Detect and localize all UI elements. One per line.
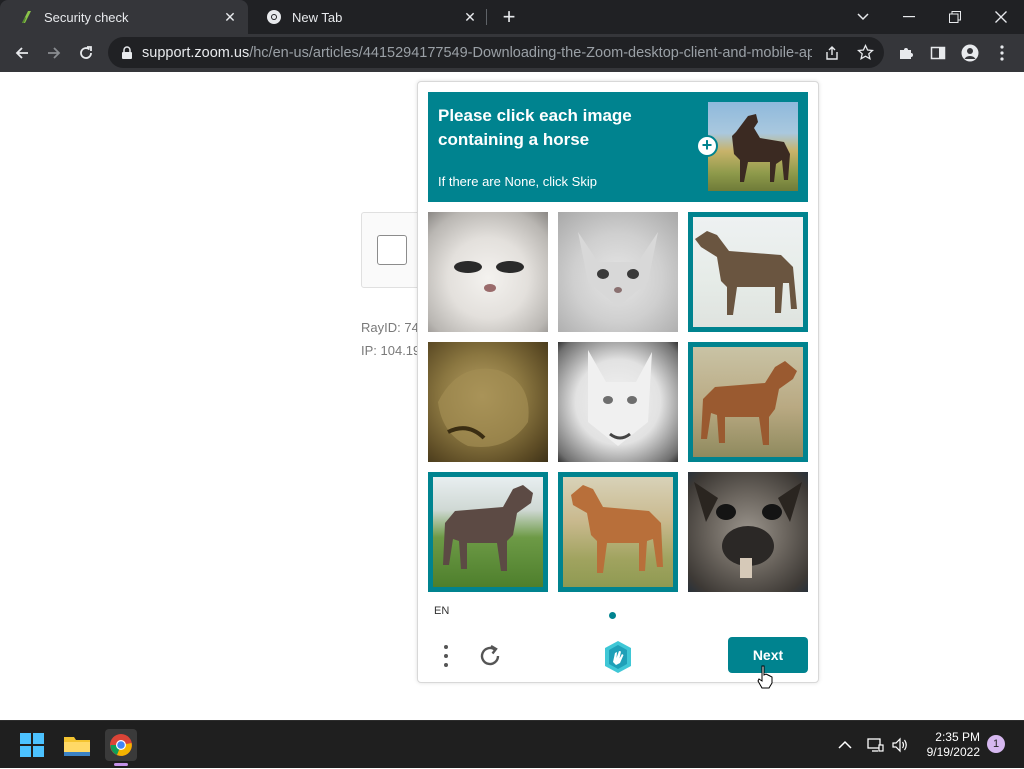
minimize-button[interactable]: [886, 0, 932, 34]
address-bar[interactable]: support.zoom.us/hc/en-us/articles/441529…: [108, 37, 884, 68]
captcha-prompt-subtitle: If there are None, click Skip: [438, 174, 597, 189]
forward-button[interactable]: [40, 39, 68, 67]
captcha-tile-cat[interactable]: [428, 212, 548, 332]
captcha-tile-horse[interactable]: [688, 342, 808, 462]
captcha-tile-horse[interactable]: [428, 472, 548, 592]
windows-start-icon[interactable]: [16, 729, 48, 761]
white-cat-icon: [588, 350, 652, 446]
refresh-icon: [480, 644, 500, 666]
captcha-tile-horse[interactable]: [558, 472, 678, 592]
tab-strip: Security check ✕ New Tab ✕ +: [0, 0, 1024, 34]
horse-icon: [443, 485, 533, 571]
lion-mane-icon: [438, 368, 529, 447]
notification-badge[interactable]: 1: [987, 735, 1005, 753]
new-tab-button[interactable]: +: [498, 6, 520, 29]
chrome-taskbar-icon[interactable]: [105, 729, 137, 761]
lock-icon: [122, 45, 132, 59]
close-tab-icon[interactable]: ✕: [462, 9, 478, 25]
horse-icon: [571, 485, 663, 573]
restore-button[interactable]: [932, 0, 978, 34]
chrome-menu-icon[interactable]: [988, 39, 1016, 67]
tab-title: New Tab: [292, 9, 343, 25]
volume-icon[interactable]: [891, 721, 909, 769]
cat-face-icon: [454, 261, 524, 292]
bookmark-star-icon[interactable]: [857, 44, 874, 61]
captcha-image-grid: [428, 212, 808, 592]
browser-toolbar: support.zoom.us/hc/en-us/articles/441529…: [0, 34, 1024, 72]
tab-search-chevron-icon[interactable]: [840, 0, 886, 34]
pug-face-icon: [694, 482, 802, 578]
captcha-tile-white-cat[interactable]: [558, 342, 678, 462]
close-tab-icon[interactable]: ✕: [222, 9, 238, 25]
human-verification-checkbox[interactable]: [377, 235, 407, 265]
profile-avatar-icon[interactable]: [956, 39, 984, 67]
windows-taskbar: 2:35 PM 9/19/2022 1: [0, 720, 1024, 768]
horse-icon: [695, 231, 797, 315]
reload-button[interactable]: [72, 39, 100, 67]
tab-title: Security check: [44, 9, 129, 25]
zoom-support-favicon-icon: [22, 11, 31, 23]
close-window-button[interactable]: [978, 0, 1024, 34]
network-icon[interactable]: [866, 721, 884, 769]
kitten-face-icon: [578, 232, 658, 307]
share-icon[interactable]: [824, 45, 840, 61]
extensions-puzzle-icon[interactable]: [892, 39, 920, 67]
url-path: /hc/en-us/articles/4415294177549-Downloa…: [249, 44, 812, 61]
ip-address-text: IP: 104.19: [361, 343, 421, 358]
url-host: support.zoom.us: [142, 44, 250, 61]
ray-id-text: RayID: 74: [361, 320, 419, 335]
captcha-tile-pug-dog[interactable]: [688, 472, 808, 592]
captcha-prompt-banner: Please click each image containing a hor…: [428, 92, 808, 202]
taskbar-clock[interactable]: 2:35 PM 9/19/2022: [910, 730, 980, 760]
hcaptcha-logo-icon[interactable]: [601, 640, 635, 674]
captcha-tile-lion[interactable]: [428, 342, 548, 462]
show-hidden-icons-chevron-icon[interactable]: [838, 721, 852, 769]
chrome-icon: [267, 10, 281, 24]
zoom-example-icon[interactable]: +: [696, 135, 718, 157]
captcha-challenge-panel: Please click each image containing a hor…: [417, 81, 819, 683]
captcha-tile-horse[interactable]: [688, 212, 808, 332]
clock-date: 9/19/2022: [926, 745, 980, 759]
active-app-indicator: [114, 763, 128, 766]
hand-cursor-icon: [757, 665, 773, 689]
clock-time: 2:35 PM: [935, 730, 980, 744]
tab-divider: [486, 9, 487, 25]
horse-icon: [701, 361, 797, 445]
captcha-tile-kitten[interactable]: [558, 212, 678, 332]
captcha-prompt-title: Please click each image containing a hor…: [438, 106, 632, 149]
captcha-menu-button[interactable]: [436, 642, 456, 670]
back-button[interactable]: [8, 39, 36, 67]
example-horse-image: [708, 102, 798, 191]
file-explorer-icon[interactable]: [61, 729, 93, 761]
url-text: support.zoom.us/hc/en-us/articles/441529…: [142, 45, 812, 61]
tab-security-check[interactable]: Security check ✕: [0, 0, 248, 34]
refresh-challenge-button[interactable]: [476, 642, 504, 670]
tab-new-tab[interactable]: New Tab ✕: [248, 0, 488, 34]
side-panel-icon[interactable]: [924, 39, 952, 67]
page-indicator-dot: [609, 612, 616, 619]
language-selector[interactable]: EN: [434, 605, 449, 617]
